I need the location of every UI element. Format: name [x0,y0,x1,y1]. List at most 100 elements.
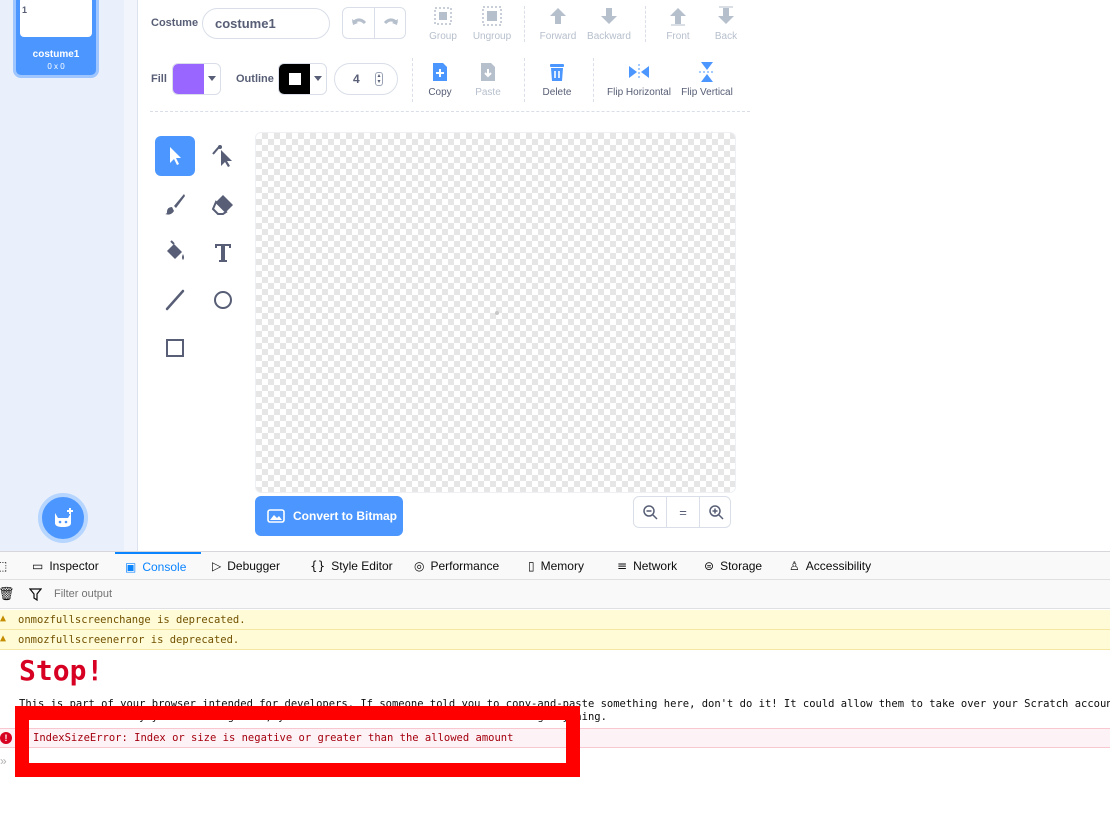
flip-horizontal-button[interactable]: Flip Horizontal [604,61,674,98]
brush-icon [165,194,185,215]
toolbar-divider [150,111,750,112]
cat-plus-icon [55,508,73,527]
element-picker-button[interactable]: ⬚ [0,552,7,580]
tab-label: Debugger [227,559,280,573]
paint-bucket-icon [167,240,184,260]
tab-label: Storage [720,559,763,573]
filter-output-input[interactable]: Filter output [54,588,112,600]
copy-label: Copy [428,87,452,98]
tab-style-editor[interactable]: {} Style Editor [310,552,393,580]
ungroup-button[interactable]: Ungroup [466,5,518,42]
ungroup-label: Ungroup [472,31,512,42]
costume-name-label: Costume [151,17,199,29]
convert-to-bitmap-button[interactable]: Convert to Bitmap [255,496,403,536]
tab-inspector[interactable]: ▭ Inspector [32,552,99,580]
line-icon [165,289,185,311]
chevron-down-icon [208,76,216,81]
add-costume-button[interactable] [38,493,88,543]
warning-text: onmozfullscreenerror is deprecated. [18,634,240,646]
group-button[interactable]: Group [417,5,469,42]
undo-button[interactable] [343,8,375,38]
inspector-icon: ▭ [32,559,44,573]
paste-icon [481,63,495,81]
tab-performance[interactable]: ◎ Performance [414,552,499,580]
fill-color-picker[interactable] [172,63,221,95]
forward-label: Forward [539,31,577,42]
chevron-down-icon [314,76,322,81]
tab-label: Accessibility [805,559,872,573]
arrow-pointer-icon [170,147,181,165]
copy-icon [433,63,447,81]
toolbar-separator [524,6,525,42]
flip-vertical-button[interactable]: Flip Vertical [678,61,736,98]
zoom-reset-button[interactable]: = [667,497,699,527]
backward-label: Backward [587,31,631,42]
costume-tile-name: costume1 [32,49,80,60]
redo-button[interactable] [375,8,407,38]
zoom-in-button[interactable] [700,497,732,527]
line-tool[interactable] [155,280,195,320]
reshape-tool[interactable] [203,136,243,176]
stroke-width-value: 4 [353,72,360,86]
text-tool[interactable] [203,232,243,272]
tab-label: Network [633,559,678,573]
costume-tile-size: 0 x 0 [47,62,65,71]
outline-color-picker[interactable] [278,63,327,95]
error-icon: ! [0,732,12,744]
tab-label: Style Editor [331,559,393,573]
tab-storage[interactable]: ⊜ Storage [704,552,762,580]
select-tool[interactable] [155,136,195,176]
front-label: Front [666,31,690,42]
bring-front-icon [670,8,686,26]
flip-horizontal-label: Flip Horizontal [607,87,671,98]
stepper-icon[interactable]: ▴ ▾ [375,72,383,86]
group-label: Group [429,31,457,42]
tab-label: Performance [430,559,500,573]
trash-icon[interactable]: 🗑 [0,586,15,602]
backward-button[interactable]: Backward [583,5,635,42]
costume-tile[interactable]: 1 costume1 0 x 0 [13,0,99,78]
tab-accessibility[interactable]: ♙ Accessibility [789,552,871,580]
eraser-tool[interactable] [203,184,243,224]
toolbar-separator [645,6,646,42]
app-root: 1 costume1 0 x 0 Costume costume1 Group … [0,0,1110,832]
tab-network[interactable]: ≡ Network [617,552,677,580]
costume-name-input[interactable]: costume1 [202,8,330,39]
brush-tool[interactable] [155,184,195,224]
zoom-out-button[interactable] [634,497,666,527]
outline-label: Outline [236,73,274,85]
text-icon [215,244,231,262]
rectangle-tool[interactable] [155,328,195,368]
circle-icon [214,291,232,309]
flip-vertical-label: Flip Vertical [681,87,733,98]
image-icon [267,509,285,523]
tab-label: Memory [540,559,584,573]
flip-horizontal-icon [629,64,649,80]
tab-console[interactable]: ▣ Console [115,552,201,580]
forward-button[interactable]: Forward [532,5,584,42]
copy-button[interactable]: Copy [414,61,466,98]
stroke-width-input[interactable]: 4 ▴ ▾ [334,63,398,95]
tab-label: Inspector [49,559,99,573]
convert-to-bitmap-label: Convert to Bitmap [293,509,398,523]
fill-tool[interactable] [155,232,195,272]
paste-button[interactable]: Paste [462,61,514,98]
database-icon: ⊜ [704,559,715,573]
group-icon [434,7,452,25]
fill-color-swatch [173,64,204,94]
costume-thumbnail [20,0,92,37]
circle-tool[interactable] [203,280,243,320]
delete-button[interactable]: Delete [531,61,583,98]
console-prompt-icon[interactable]: » [0,754,7,768]
console-warning: ▲ onmozfullscreenchange is deprecated. [0,610,1110,630]
back-button[interactable]: Back [700,5,752,42]
costume-number: 1 [22,5,28,15]
tab-memory[interactable]: ▯ Memory [528,552,584,580]
tab-debugger[interactable]: ▷ Debugger [212,552,280,580]
arrow-up-icon [550,8,566,24]
front-button[interactable]: Front [652,5,704,42]
reshape-pointer-icon [212,145,232,167]
accessibility-icon: ♙ [789,559,800,573]
memory-chip-icon: ▯ [528,559,535,573]
paint-canvas[interactable] [255,132,736,493]
